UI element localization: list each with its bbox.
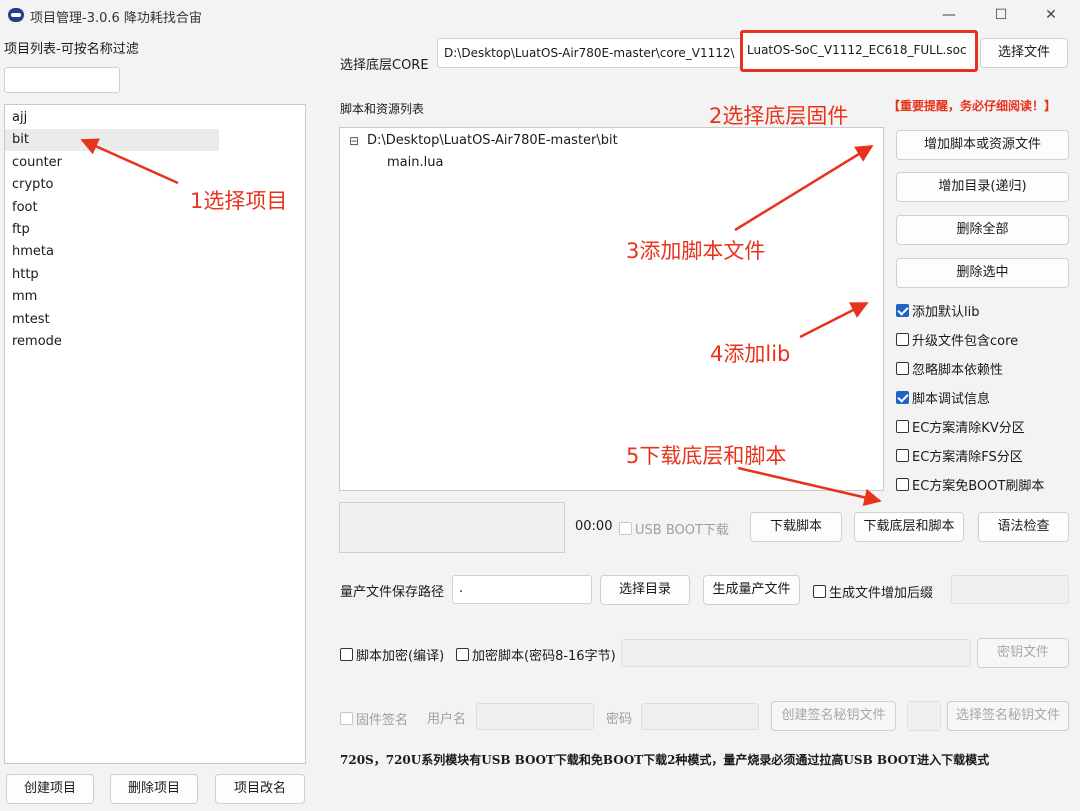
add-suffix-label: 生成文件增加后缀 xyxy=(829,586,934,601)
tree-file-node[interactable]: main.lua xyxy=(387,155,443,170)
annotation-step4: 4添加lib xyxy=(710,342,791,366)
generate-mass-production-button[interactable]: 生成量产文件 xyxy=(703,575,800,605)
option-checkbox-label: EC方案清除FS分区 xyxy=(912,450,1023,465)
encrypt-script-checkbox[interactable]: 加密脚本(密码8-16字节) xyxy=(456,645,616,664)
rename-project-button[interactable]: 项目改名 xyxy=(215,774,305,804)
mass-production-path-label: 量产文件保存路径 xyxy=(340,585,445,600)
download-core-and-script-button[interactable]: 下载底层和脚本 xyxy=(854,512,964,542)
app-logo-icon xyxy=(8,8,24,22)
option-checkbox[interactable]: 升级文件包含core xyxy=(896,330,1018,349)
minimize-button[interactable]: — xyxy=(926,0,972,30)
option-checkbox-label: 升级文件包含core xyxy=(912,334,1019,349)
suffix-input[interactable] xyxy=(951,575,1069,604)
option-checkbox[interactable]: EC方案免BOOT刷脚本 xyxy=(896,475,1044,494)
select-core-file-button[interactable]: 选择文件 xyxy=(980,38,1068,68)
option-checkbox-label: 脚本调试信息 xyxy=(912,392,991,407)
option-checkbox-box[interactable] xyxy=(896,420,909,433)
project-list-item[interactable]: remode xyxy=(5,331,62,353)
delete-all-button[interactable]: 删除全部 xyxy=(896,215,1069,245)
core-path-highlight[interactable]: LuatOS-SoC_V1112_EC618_FULL.soc xyxy=(740,30,978,72)
username-input[interactable] xyxy=(476,703,594,730)
encrypt-compile-checkbox[interactable]: 脚本加密(编译) xyxy=(340,645,444,664)
option-checkbox-box[interactable] xyxy=(896,304,909,317)
add-suffix-box[interactable] xyxy=(813,585,826,598)
project-list-item[interactable]: hmeta xyxy=(5,241,54,263)
option-checkbox[interactable]: 脚本调试信息 xyxy=(896,388,990,407)
option-checkbox[interactable]: EC方案清除FS分区 xyxy=(896,446,1023,465)
mass-production-path-input[interactable]: . xyxy=(452,575,592,604)
delete-project-button[interactable]: 删除项目 xyxy=(110,774,198,804)
option-checkbox-label: EC方案清除KV分区 xyxy=(912,421,1025,436)
core-label: 选择底层CORE xyxy=(340,58,429,73)
annotation-step1: 1选择项目 xyxy=(190,189,288,213)
usb-boot-note: 720S，720U系列模块有USB BOOT下载和免BOOT下载2种模式，量产烧… xyxy=(340,753,990,767)
password-label: 密码 xyxy=(606,712,633,727)
option-checkbox-label: 忽略脚本依赖性 xyxy=(912,363,1004,378)
key-file-button[interactable]: 密钥文件 xyxy=(977,638,1069,668)
delete-selected-button[interactable]: 删除选中 xyxy=(896,258,1069,288)
annotation-step5: 5下载底层和脚本 xyxy=(626,444,787,468)
important-warning[interactable]: 【重要提醒，务必仔细阅读！】 xyxy=(888,97,1056,114)
encrypt-compile-box[interactable] xyxy=(340,648,353,661)
option-checkbox-box[interactable] xyxy=(896,449,909,462)
add-directory-button[interactable]: 增加目录(递归) xyxy=(896,172,1069,202)
project-list-item[interactable]: foot xyxy=(5,197,38,219)
firmware-sign-label: 固件签名 xyxy=(356,713,409,728)
project-list-item[interactable]: mm xyxy=(5,286,37,308)
annotation-step2: 2选择底层固件 xyxy=(709,104,849,128)
project-list-item[interactable]: http xyxy=(5,264,39,286)
encryption-password-input[interactable] xyxy=(621,639,971,667)
scripts-label: 脚本和资源列表 xyxy=(340,102,425,116)
script-tree[interactable]: ⊟ D:\Desktop\LuatOS-Air780E-master\bit m… xyxy=(339,127,884,491)
usb-boot-checkbox: USB BOOT下载 xyxy=(619,519,729,538)
project-list-item[interactable]: mtest xyxy=(5,309,50,331)
create-project-button[interactable]: 创建项目 xyxy=(6,774,94,804)
project-list-item[interactable]: crypto xyxy=(5,174,54,196)
annotation-step3: 3添加脚本文件 xyxy=(626,239,766,263)
firmware-sign-checkbox[interactable]: 固件签名 xyxy=(340,709,408,728)
add-suffix-checkbox[interactable]: 生成文件增加后缀 xyxy=(813,582,933,601)
create-signature-key-button[interactable]: 创建签名秘钥文件 xyxy=(771,701,896,731)
option-checkbox-label: EC方案免BOOT刷脚本 xyxy=(912,479,1045,494)
option-checkbox-box[interactable] xyxy=(896,391,909,404)
project-filter-input[interactable] xyxy=(4,67,120,93)
encrypt-compile-label: 脚本加密(编译) xyxy=(356,649,445,664)
project-list-item[interactable]: ftp xyxy=(5,219,30,241)
project-list-item[interactable]: bit xyxy=(5,129,219,152)
maximize-button[interactable]: ☐ xyxy=(978,0,1024,30)
encrypt-script-box[interactable] xyxy=(456,648,469,661)
option-checkbox-box[interactable] xyxy=(896,362,909,375)
option-checkbox[interactable]: 忽略脚本依赖性 xyxy=(896,359,1003,378)
add-script-button[interactable]: 增加脚本或资源文件 xyxy=(896,130,1069,160)
option-checkbox-box[interactable] xyxy=(896,333,909,346)
tree-collapse-icon[interactable]: ⊟ xyxy=(349,134,359,148)
window-title: 项目管理-3.0.6 降功耗找合宙 xyxy=(30,11,202,26)
project-list-item[interactable]: ajj xyxy=(5,107,27,129)
signature-password-input[interactable] xyxy=(641,703,759,730)
encrypt-script-label: 加密脚本(密码8-16字节) xyxy=(472,649,616,664)
close-button[interactable]: ✕ xyxy=(1028,0,1074,30)
signature-key-path-input[interactable] xyxy=(907,701,941,731)
username-label: 用户名 xyxy=(427,712,467,727)
project-list-item[interactable]: counter xyxy=(5,152,62,174)
firmware-sign-box[interactable] xyxy=(340,712,353,725)
download-script-button[interactable]: 下载脚本 xyxy=(750,512,842,542)
core-path-prefix: D:\Desktop\LuatOS-Air780E-master\core_V1… xyxy=(444,46,735,60)
usb-boot-label: USB BOOT下载 xyxy=(635,523,729,538)
option-checkbox-box[interactable] xyxy=(896,478,909,491)
progress-area xyxy=(339,502,565,553)
usb-boot-box xyxy=(619,522,632,535)
tree-root-node[interactable]: D:\Desktop\LuatOS-Air780E-master\bit xyxy=(367,133,618,148)
option-checkbox-label: 添加默认lib xyxy=(912,305,980,320)
select-directory-button[interactable]: 选择目录 xyxy=(600,575,690,605)
option-checkbox[interactable]: 添加默认lib xyxy=(896,301,979,320)
option-checkbox[interactable]: EC方案清除KV分区 xyxy=(896,417,1025,436)
download-timer: 00:00 xyxy=(575,519,613,534)
select-signature-key-button[interactable]: 选择签名秘钥文件 xyxy=(947,701,1069,731)
project-filter-label: 项目列表-可按名称过滤 xyxy=(4,42,139,57)
syntax-check-button[interactable]: 语法检查 xyxy=(978,512,1069,542)
